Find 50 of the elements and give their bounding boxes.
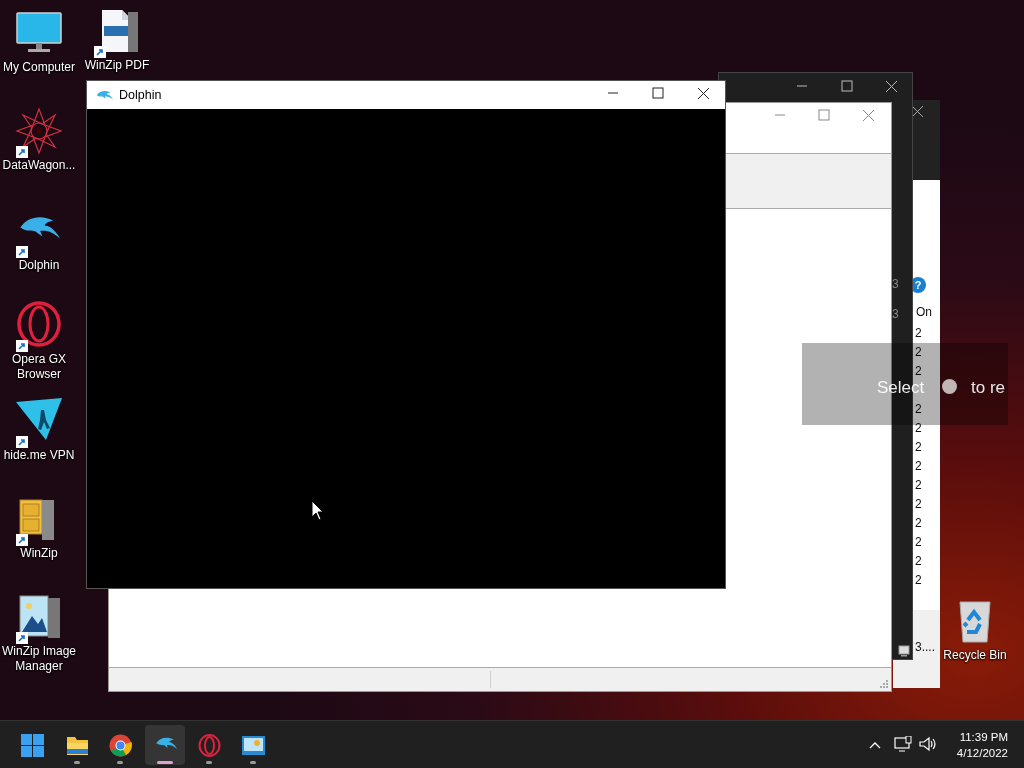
maximize-icon[interactable] xyxy=(840,80,853,93)
table-cell: 2 xyxy=(915,536,922,548)
cursor-icon xyxy=(311,500,325,522)
table-cell: 2 xyxy=(915,346,922,358)
icon-label[interactable]: WinZip PDF xyxy=(84,58,150,73)
column-header: On xyxy=(916,306,932,318)
icon-label[interactable]: WinZip Image Manager xyxy=(0,644,78,674)
close-icon[interactable] xyxy=(697,87,710,100)
status-text: 3.... xyxy=(915,641,935,653)
start-icon xyxy=(20,733,44,757)
table-cell: 2 xyxy=(915,574,922,586)
table-cell: 3 xyxy=(892,277,899,291)
table-cell: 2 xyxy=(915,403,922,415)
table-cell: 2 xyxy=(915,498,922,510)
table-cell: 2 xyxy=(915,422,922,434)
table-cell: 2 xyxy=(915,327,922,339)
table-cell: 2 xyxy=(915,365,922,377)
close-icon[interactable] xyxy=(885,80,898,93)
icon-label[interactable]: Dolphin xyxy=(18,258,60,273)
table-cell: 2 xyxy=(915,555,922,567)
resize-grip-icon[interactable] xyxy=(880,680,888,688)
monitor-icon[interactable] xyxy=(898,645,910,657)
chrome-icon xyxy=(108,733,132,757)
close-icon[interactable] xyxy=(911,105,924,118)
window-title: Dolphin xyxy=(119,86,162,104)
icon-label[interactable]: My Computer xyxy=(3,60,75,75)
table-cell: 3 xyxy=(892,307,899,321)
table-cell: 2 xyxy=(915,460,922,472)
chevron-up-icon[interactable] xyxy=(869,741,881,749)
table-cell: 2 xyxy=(915,441,922,453)
icon-label[interactable]: Opera GX Browser xyxy=(0,352,78,382)
table-cell: 2 xyxy=(915,517,922,529)
ring-icon xyxy=(197,733,221,757)
dolphin-icon xyxy=(95,88,113,102)
dot-icon xyxy=(942,379,957,394)
star-burst-icon[interactable] xyxy=(14,106,64,156)
network-icon[interactable] xyxy=(894,736,912,752)
icon-label[interactable]: hide.me VPN xyxy=(3,448,75,463)
taskbar-button[interactable] xyxy=(145,725,185,765)
ring-icon[interactable] xyxy=(14,300,64,350)
table-cell: 2 xyxy=(915,479,922,491)
clock-date[interactable]: 4/12/2022 xyxy=(956,745,1008,761)
screen-icon xyxy=(241,733,265,757)
icon-label[interactable]: DataWagon... xyxy=(2,158,76,173)
clock-time[interactable]: 11:39 PM xyxy=(956,729,1008,745)
maximize-icon[interactable] xyxy=(651,87,664,100)
caption-text: to re xyxy=(971,379,1006,397)
icon-label[interactable]: Recycle Bin xyxy=(943,648,1007,663)
volume-icon[interactable] xyxy=(919,736,937,752)
icon-label[interactable]: WinZip xyxy=(20,546,58,561)
